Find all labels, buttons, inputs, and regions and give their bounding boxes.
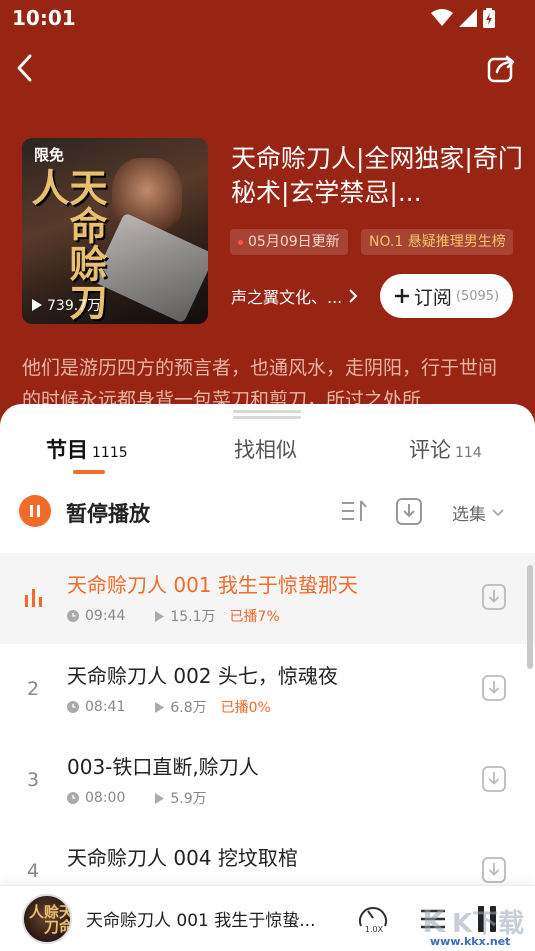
episode-plays: 5.9万 xyxy=(170,791,207,807)
cover-plays-value: 739.7万 xyxy=(47,298,102,314)
pause-play-label[interactable]: 暂停播放 xyxy=(66,498,150,528)
tab-comments-label: 评论 xyxy=(409,438,451,462)
plus-icon xyxy=(394,289,409,303)
download-icon[interactable] xyxy=(482,857,506,883)
episode-row[interactable]: 天命赊刀人 001 我生于惊蛰那天 09:44 15.1万 已播7% xyxy=(0,553,535,644)
free-badge: 限免 xyxy=(34,146,65,164)
download-icon[interactable] xyxy=(482,675,506,701)
episode-row[interactable]: 2 天命赊刀人 002 头七，惊魂夜 08:41 6.8万 已播0% xyxy=(0,644,535,735)
update-dot-icon xyxy=(238,239,243,245)
update-tag-text: 05月09日更新 xyxy=(248,234,340,250)
episode-title: 天命赊刀人 002 头七，惊魂夜 xyxy=(67,664,338,688)
list-scrollbar[interactable] xyxy=(527,565,533,669)
tab-similar-label: 找相似 xyxy=(234,438,297,462)
episode-duration: 08:41 xyxy=(85,699,126,715)
select-episodes-button[interactable]: 选集 xyxy=(452,500,504,525)
play-control-row: 暂停播放 选集 xyxy=(0,492,535,532)
episode-duration: 08:00 xyxy=(85,790,126,806)
episode-row[interactable]: 3 003-铁口直断,赊刀人 08:00 5.9万 xyxy=(0,735,535,826)
cover-play-count: 739.7万 xyxy=(32,295,101,315)
chevron-right-icon xyxy=(349,289,358,303)
subscribe-button[interactable]: 订阅 (5095) xyxy=(380,274,513,318)
share-icon[interactable] xyxy=(487,54,517,84)
select-episodes-label: 选集 xyxy=(452,505,486,525)
active-tab-indicator xyxy=(73,470,105,474)
status-icons xyxy=(431,8,495,28)
rank-tag[interactable]: NO.1 悬疑推理男生榜 xyxy=(361,229,513,255)
episode-title: 天命赊刀人 001 我生于惊蛰那天 xyxy=(67,573,358,597)
subscribe-label: 订阅 xyxy=(413,286,452,309)
chevron-down-icon xyxy=(492,508,504,516)
status-time: 10:01 xyxy=(12,6,76,30)
wifi-icon xyxy=(431,9,453,26)
album-header: 10:01 限免 天命赊刀人 739.7万 天命赊刀人|全网独家|奇门秘术|玄学… xyxy=(0,0,535,440)
drag-handle[interactable] xyxy=(233,410,301,413)
update-tag: 05月09日更新 xyxy=(230,229,348,255)
cover-cleaver xyxy=(92,212,208,324)
episode-plays: 15.1万 xyxy=(170,609,216,625)
speed-label: 1.0X xyxy=(365,925,384,934)
clock-icon xyxy=(67,701,79,713)
playback-speed-icon[interactable]: 1.0X xyxy=(357,902,391,934)
mini-player-title[interactable]: 天命赊刀人 001 我生于惊蛰... xyxy=(86,906,326,931)
episode-title: 天命赊刀人 004 挖坟取棺 xyxy=(67,846,298,870)
album-cover[interactable]: 限免 天命赊刀人 739.7万 xyxy=(22,138,208,324)
episode-progress: 已播7% xyxy=(229,609,280,625)
subscribe-count: (5095) xyxy=(455,288,500,304)
download-icon[interactable] xyxy=(482,766,506,792)
episode-list: 天命赊刀人 001 我生于惊蛰那天 09:44 15.1万 已播7% 2 天命赊… xyxy=(0,553,535,917)
signal-icon xyxy=(459,9,477,27)
tab-comments-count: 114 xyxy=(455,445,482,461)
download-all-icon[interactable] xyxy=(396,496,422,526)
episode-plays: 6.8万 xyxy=(170,700,207,716)
download-icon[interactable] xyxy=(482,584,506,610)
album-description[interactable]: 他们是游历四方的预言者，也通风水，走阴阳，行于世间的时候永远都身背一包菜刀和剪刀… xyxy=(22,352,512,410)
tab-comments[interactable]: 评论 114 xyxy=(409,434,482,464)
tab-episodes-label: 节目 xyxy=(46,438,88,462)
episode-sheet: 节目 1115 找相似 评论 114 暂停播放 选集 天命赊刀人 001 我生于… xyxy=(0,404,535,951)
battery-icon xyxy=(483,8,495,28)
play-count-icon xyxy=(155,610,165,622)
tab-episodes[interactable]: 节目 1115 xyxy=(46,434,128,464)
episode-meta: 08:00 5.9万 xyxy=(67,788,207,808)
play-triangle-icon xyxy=(32,299,42,311)
episode-duration: 09:44 xyxy=(85,608,126,624)
episode-meta: 08:41 6.8万 已播0% xyxy=(67,697,271,717)
episode-number: 2 xyxy=(26,678,40,700)
episode-number: 4 xyxy=(26,860,40,882)
publisher-name: 声之翼文化、... xyxy=(231,288,343,307)
status-bar: 10:01 xyxy=(0,0,535,38)
episode-progress: 已播0% xyxy=(220,700,271,716)
sort-icon[interactable] xyxy=(340,498,368,524)
tab-similar[interactable]: 找相似 xyxy=(234,434,297,464)
back-arrow-icon[interactable] xyxy=(10,50,40,86)
pause-circle-icon[interactable] xyxy=(19,495,51,527)
now-playing-icon xyxy=(25,589,42,607)
play-count-icon xyxy=(155,701,165,713)
episode-title: 003-铁口直断,赊刀人 xyxy=(67,755,259,779)
play-count-icon xyxy=(155,792,165,804)
publisher-link[interactable]: 声之翼文化、... xyxy=(231,284,358,308)
tab-episodes-count: 1115 xyxy=(92,445,128,461)
album-title: 天命赊刀人|全网独家|奇门秘术|玄学禁忌|... xyxy=(231,144,523,207)
clock-icon xyxy=(67,610,79,622)
clock-icon xyxy=(67,792,79,804)
episode-number: 3 xyxy=(26,769,40,791)
mini-player-cover[interactable]: 天命赊刀人 xyxy=(22,894,72,944)
watermark-url: www.kkx.net xyxy=(430,935,511,948)
episode-meta: 09:44 15.1万 已播7% xyxy=(67,606,280,626)
mini-cover-art: 天命赊刀人 xyxy=(27,904,72,934)
